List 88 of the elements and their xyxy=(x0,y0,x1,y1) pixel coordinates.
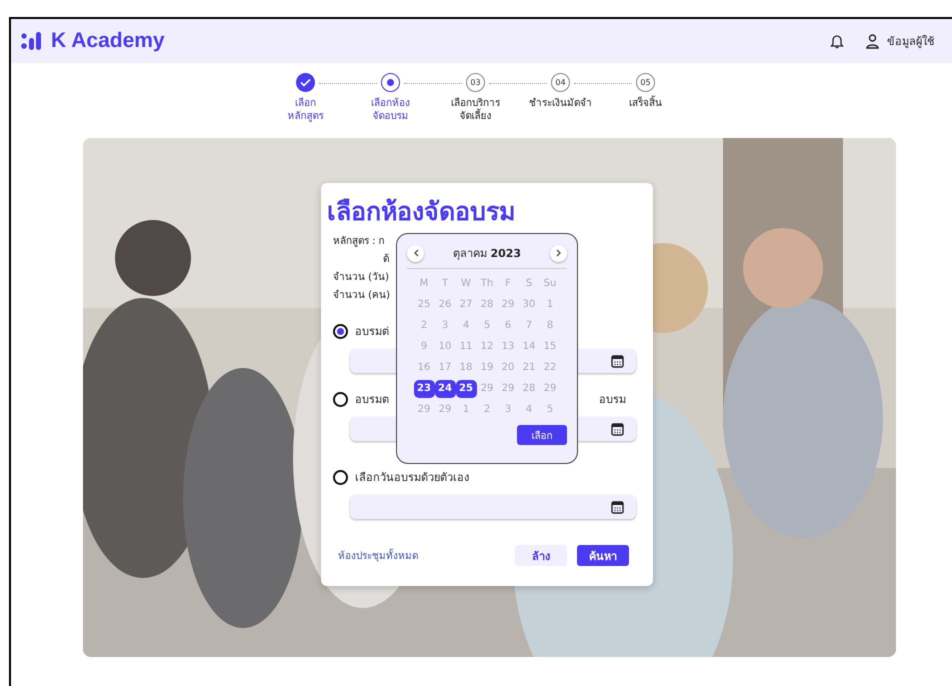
step-indicator: 04 xyxy=(551,73,570,92)
chevron-left-icon xyxy=(412,249,418,257)
info-text: หลักสูตร : ก xyxy=(333,235,385,249)
calendar-day[interactable]: 21 xyxy=(518,359,540,377)
calendar-day[interactable]: 10 xyxy=(434,338,456,356)
calendar-day[interactable]: 9 xyxy=(414,338,434,356)
step-label: ชำระเงินมัดจำ xyxy=(529,97,592,110)
calendar-day[interactable]: 4 xyxy=(456,317,476,335)
calendar-day[interactable]: 17 xyxy=(434,359,456,377)
app-logo[interactable]: K Academy xyxy=(51,29,165,53)
calendar-day[interactable]: 25 xyxy=(456,380,476,398)
select-button[interactable]: เลือก xyxy=(517,425,567,445)
dialog-title: เลือกห้องจัดอบรม xyxy=(327,197,516,227)
calendar-day[interactable]: 8 xyxy=(540,317,560,335)
calendar-day[interactable]: 14 xyxy=(518,338,540,356)
search-button[interactable]: ค้นหา xyxy=(577,545,629,566)
calendar-icon xyxy=(611,500,624,514)
option-label: อบรมต่ xyxy=(355,324,389,340)
weekday-label: M xyxy=(418,277,430,291)
calendar-day[interactable]: 2 xyxy=(414,317,434,335)
next-month-button[interactable] xyxy=(550,244,567,262)
calendar-day[interactable]: 22 xyxy=(540,359,560,377)
calendar-day[interactable]: 27 xyxy=(456,296,476,314)
calendar-icon xyxy=(611,354,624,368)
weekday-label: Su xyxy=(542,277,558,291)
info-text: จำนวน (วัน) xyxy=(333,270,389,285)
person-icon xyxy=(866,34,879,48)
calendar-day[interactable]: 1 xyxy=(456,401,476,419)
calendar-day[interactable]: 7 xyxy=(518,317,540,335)
calendar-day[interactable]: 3 xyxy=(434,317,456,335)
weekday-label: S xyxy=(524,277,534,291)
calendar-day[interactable]: 28 xyxy=(518,380,540,398)
weekday-label: Th xyxy=(480,277,494,291)
calendar-day[interactable]: 29 xyxy=(414,401,434,419)
calendar-day[interactable]: 29 xyxy=(476,380,498,398)
calendar-day[interactable]: 29 xyxy=(540,380,560,398)
clear-button[interactable]: ล้าง xyxy=(515,545,567,566)
weekday-label: F xyxy=(504,277,512,291)
step-indicator: 05 xyxy=(636,73,655,92)
calendar-day[interactable]: 11 xyxy=(456,338,476,356)
calendar-day[interactable]: 28 xyxy=(476,296,498,314)
calendar-day[interactable]: 6 xyxy=(498,317,518,335)
calendar-day[interactable]: 13 xyxy=(498,338,518,356)
bar-chart-logo-icon xyxy=(21,31,43,51)
calendar-day[interactable]: 2 xyxy=(476,401,498,419)
info-text: จำนวน (คน) xyxy=(333,288,390,303)
calendar-day[interactable]: 29 xyxy=(434,401,456,419)
date-field[interactable] xyxy=(350,495,636,519)
calendar-day[interactable]: 5 xyxy=(540,401,560,419)
step-label: เลือก หลักสูตร xyxy=(288,97,324,123)
calendar-day[interactable]: 20 xyxy=(498,359,518,377)
option-label: อบรม xyxy=(599,392,626,408)
user-profile-button[interactable]: ข้อมูลผู้ใช้ xyxy=(866,32,934,50)
step-label: เลือกห้อง จัดอบรม xyxy=(371,97,410,123)
calendar-day[interactable]: 30 xyxy=(518,296,540,314)
option-label: อบรมต xyxy=(355,392,389,408)
chevron-right-icon xyxy=(556,249,562,257)
calendar-day[interactable]: 29 xyxy=(498,380,518,398)
previous-month-button[interactable] xyxy=(407,244,424,262)
bell-icon[interactable] xyxy=(830,34,844,48)
calendar-day[interactable]: 16 xyxy=(414,359,434,377)
calendar-day[interactable]: 1 xyxy=(540,296,560,314)
calendar-day[interactable]: 26 xyxy=(434,296,456,314)
calendar-day[interactable]: 23 xyxy=(414,380,434,398)
calendar-day[interactable]: 19 xyxy=(476,359,498,377)
radio-button[interactable] xyxy=(333,392,348,406)
step-indicator: 03 xyxy=(466,73,485,92)
calendar-day[interactable]: 29 xyxy=(498,296,518,314)
radio-button[interactable] xyxy=(333,470,348,484)
step-label: เลือกบริการ จัดเลี้ยง xyxy=(451,97,500,123)
calendar-day[interactable]: 25 xyxy=(414,296,434,314)
calendar-day[interactable]: 3 xyxy=(498,401,518,419)
month-title: ตุลาคม 2023 xyxy=(452,246,522,262)
weekday-label: W xyxy=(460,277,472,291)
info-text: ต้ xyxy=(383,252,389,267)
calendar-day[interactable]: 15 xyxy=(540,338,560,356)
radio-button[interactable] xyxy=(333,324,348,338)
calendar-day[interactable]: 5 xyxy=(476,317,498,335)
step-label: เสร็จสิ้น xyxy=(629,97,662,110)
check-icon xyxy=(300,78,311,87)
calendar-icon xyxy=(611,422,624,436)
calendar-day[interactable]: 4 xyxy=(518,401,540,419)
all-rooms-link[interactable]: ห้องประชุมทั้งหมด xyxy=(338,548,418,563)
calendar-day[interactable]: 18 xyxy=(456,359,476,377)
calendar-day[interactable]: 24 xyxy=(434,380,456,398)
calendar-day[interactable]: 12 xyxy=(476,338,498,356)
weekday-label: T xyxy=(440,277,450,291)
option-label: เลือกวันอบรมด้วยตัวเอง xyxy=(355,470,469,486)
